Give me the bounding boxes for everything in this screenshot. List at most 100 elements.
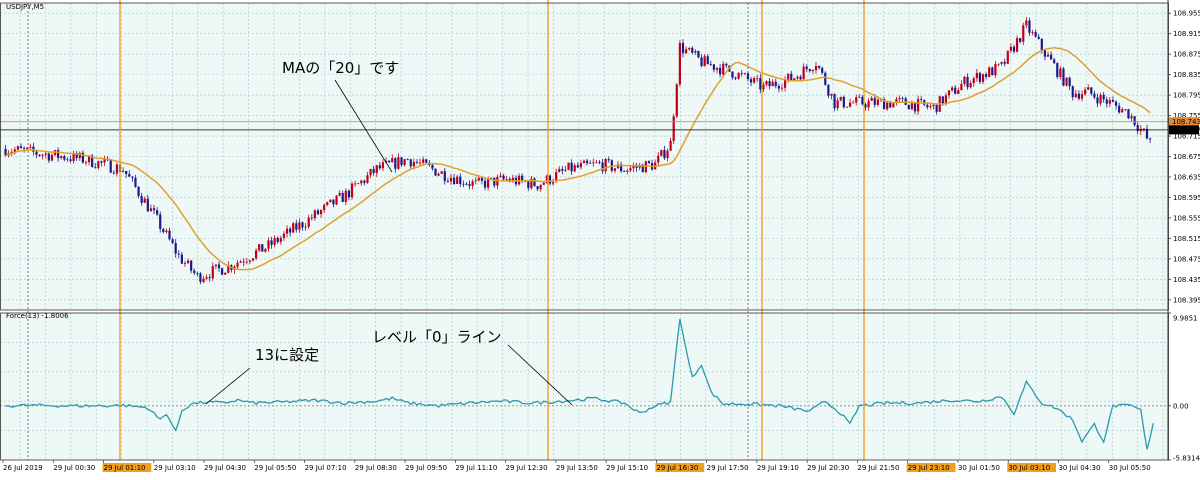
candle-body [443,171,446,182]
time-tick-label: 26 Jul 2019 [3,464,43,472]
time-tick-label: 29 Jul 01:10 [104,464,146,472]
candle-body [613,168,617,171]
candle-body [329,199,332,203]
candle-body [845,106,849,108]
candle-body [270,240,273,245]
candle-body [505,179,508,180]
candle-body [963,76,966,85]
time-tick-label: 30 Jul 05:50 [1109,464,1151,472]
candle-body [165,230,168,233]
price-tick-label: 108.515 [1173,235,1200,243]
candle-body [360,180,363,184]
candle-body [756,78,759,79]
candle [988,66,991,78]
candle-body [681,42,685,54]
candle-body [434,168,437,176]
price-tick-label: 108.915 [1173,30,1200,38]
candle-body [415,162,419,163]
candle-body [1148,138,1152,140]
candle-body [353,183,357,185]
time-tick-label: 29 Jul 20:30 [807,464,849,472]
price-tick-label: 108.475 [1173,255,1200,263]
candle-body [1077,93,1081,99]
candle-body [1093,93,1096,98]
candle-body [310,217,313,219]
candle-body [1102,94,1105,100]
candle-body [536,186,539,190]
candle-body [913,103,917,112]
candle-body [598,162,601,164]
candle-body [323,204,326,211]
candle-body [23,148,26,149]
candle-body [474,180,477,182]
candle-body [168,230,171,240]
candle-body [394,158,397,169]
candle-body [629,168,632,171]
candle-body [542,182,545,185]
candle-body [267,240,270,249]
candle-body [350,183,354,198]
candle [1022,22,1025,46]
candle-body [437,173,440,176]
trading-chart[interactable]: 108.955 108.915 108.875 108.835 108.795 108.7… [0,0,1200,480]
candle-body [248,260,252,262]
candle-body [363,180,366,183]
candle-body [440,171,443,174]
candle-body [121,170,125,172]
candle-body [737,73,740,79]
candle-body [335,195,338,205]
candle-body [889,102,892,108]
candle-body [112,172,115,174]
candle [660,149,663,157]
candle-body [790,73,793,81]
candle-body [1031,31,1034,33]
candle-body [517,175,521,185]
candle-body [592,162,595,164]
candle-body [316,210,320,215]
candle-body [409,159,412,167]
candle-body [824,72,827,85]
candle-body [493,177,496,186]
candle-body [279,237,282,242]
candle-body [870,98,873,101]
candle [644,160,647,174]
candle-body [159,214,162,229]
candle-body [722,63,725,75]
candle-body [678,42,681,85]
candle [335,195,338,206]
candle [567,162,570,171]
time-tick-label: 29 Jul 07:10 [305,464,347,472]
candle-body [301,222,304,228]
candle-body [452,177,456,184]
candle [678,40,681,87]
candle-body [657,155,660,163]
candle-body [109,159,112,173]
candle-body [319,210,323,215]
candle-body [975,72,978,79]
time-tick-label: 29 Jul 12:30 [506,464,548,472]
candle-body [1009,46,1012,51]
candle [641,163,644,173]
candle-body [146,198,149,212]
candle-body [1043,50,1047,57]
candle-body [490,177,493,179]
candle-body [477,177,480,181]
candle-body [403,159,406,166]
candle-body [366,175,369,183]
candle-body [848,102,852,107]
candle-body [548,175,552,184]
candle-body [830,93,833,96]
price-tick-label: 108.835 [1173,71,1200,79]
candle-body [1003,61,1006,64]
candle-body [29,146,32,148]
candle-body [162,228,165,233]
candle-body [907,104,910,110]
candle-body [994,63,997,76]
candle-body [719,67,722,75]
candle-body [369,169,372,176]
candle-body [926,104,929,108]
candle-body [388,160,391,163]
candle-body [471,181,474,186]
candle-body [1046,54,1050,57]
candle-body [867,100,870,108]
